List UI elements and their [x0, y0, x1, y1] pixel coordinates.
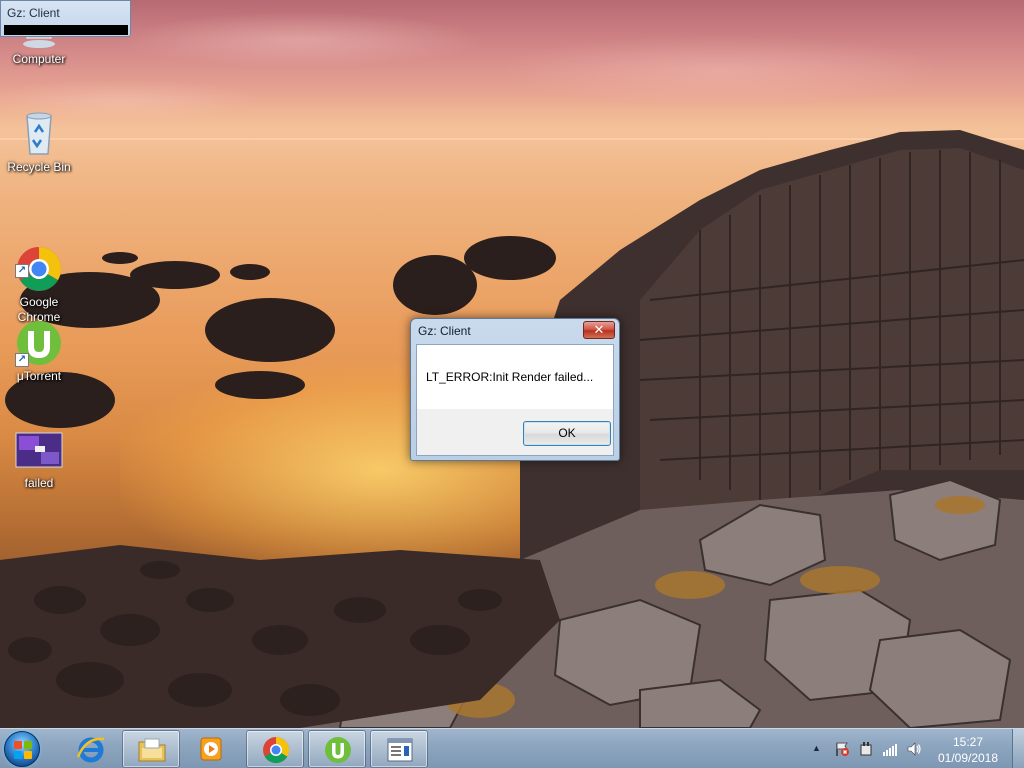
shortcut-arrow-icon: ↗ — [15, 264, 29, 278]
desktop-icon-utorrent[interactable]: ↗ μTorrent — [1, 319, 77, 384]
message-panel: LT_ERROR:Init Render failed... — [417, 345, 613, 409]
ok-button[interactable]: OK — [523, 421, 611, 446]
taskbar-windows-explorer[interactable] — [122, 730, 180, 768]
desktop-icon-label: μTorrent — [16, 369, 62, 383]
windows-logo-icon — [14, 741, 32, 759]
taskbar: ▲ 15:27 01/09/2018 — [0, 728, 1024, 768]
taskbar-gz-client[interactable] — [370, 730, 428, 768]
desktop-icon-failed[interactable]: failed — [1, 432, 77, 491]
taskbar-utorrent[interactable] — [308, 730, 366, 768]
desktop-icon-label: Computer — [12, 52, 66, 66]
desktop-icon-google-chrome[interactable]: ↗ Google Chrome — [1, 215, 77, 325]
volume-icon[interactable] — [906, 741, 922, 757]
dialog-title: Gz: Client — [418, 324, 471, 338]
action-center-flag-icon[interactable] — [834, 741, 850, 757]
app-window-icon — [387, 738, 413, 762]
chrome-icon: ↗ — [15, 230, 63, 291]
show-desktop-button[interactable] — [1012, 729, 1024, 768]
window-content-black — [4, 25, 128, 35]
image-file-icon — [15, 432, 63, 468]
clock-time[interactable]: 15:27 — [930, 735, 1006, 749]
error-dialog[interactable]: Gz: Client ✕ LT_ERROR:Init Render failed… — [410, 318, 620, 461]
folder-icon — [138, 738, 166, 762]
dialog-client-area: LT_ERROR:Init Render failed... OK — [416, 344, 614, 456]
utorrent-icon: ↗ — [15, 319, 63, 367]
close-button[interactable]: ✕ — [583, 321, 615, 339]
utorrent-icon — [325, 737, 351, 763]
show-hidden-icons-icon[interactable]: ▲ — [812, 743, 828, 759]
start-button[interactable] — [4, 731, 40, 767]
desktop-icon-recycle-bin[interactable]: Recycle Bin — [1, 110, 77, 175]
taskbar-internet-explorer[interactable] — [62, 730, 120, 768]
internet-explorer-icon — [76, 737, 105, 763]
network-signal-icon[interactable] — [882, 741, 898, 757]
clock-date[interactable]: 01/09/2018 — [930, 751, 1006, 765]
gz-client-mini-window[interactable]: Gz: Client — [0, 0, 131, 37]
chrome-icon — [263, 736, 290, 764]
window-title: Gz: Client — [7, 6, 60, 20]
desktop-icon-label: Recycle Bin — [7, 160, 71, 174]
desktop-icon-label: failed — [24, 476, 54, 490]
recycle-bin-icon — [15, 110, 63, 158]
taskbar-google-chrome[interactable] — [246, 730, 304, 768]
shortcut-arrow-icon: ↗ — [15, 353, 29, 367]
error-message: LT_ERROR:Init Render failed... — [426, 370, 594, 384]
taskbar-media-player[interactable] — [182, 730, 240, 768]
media-player-icon — [200, 737, 222, 761]
device-icon[interactable] — [858, 741, 874, 757]
